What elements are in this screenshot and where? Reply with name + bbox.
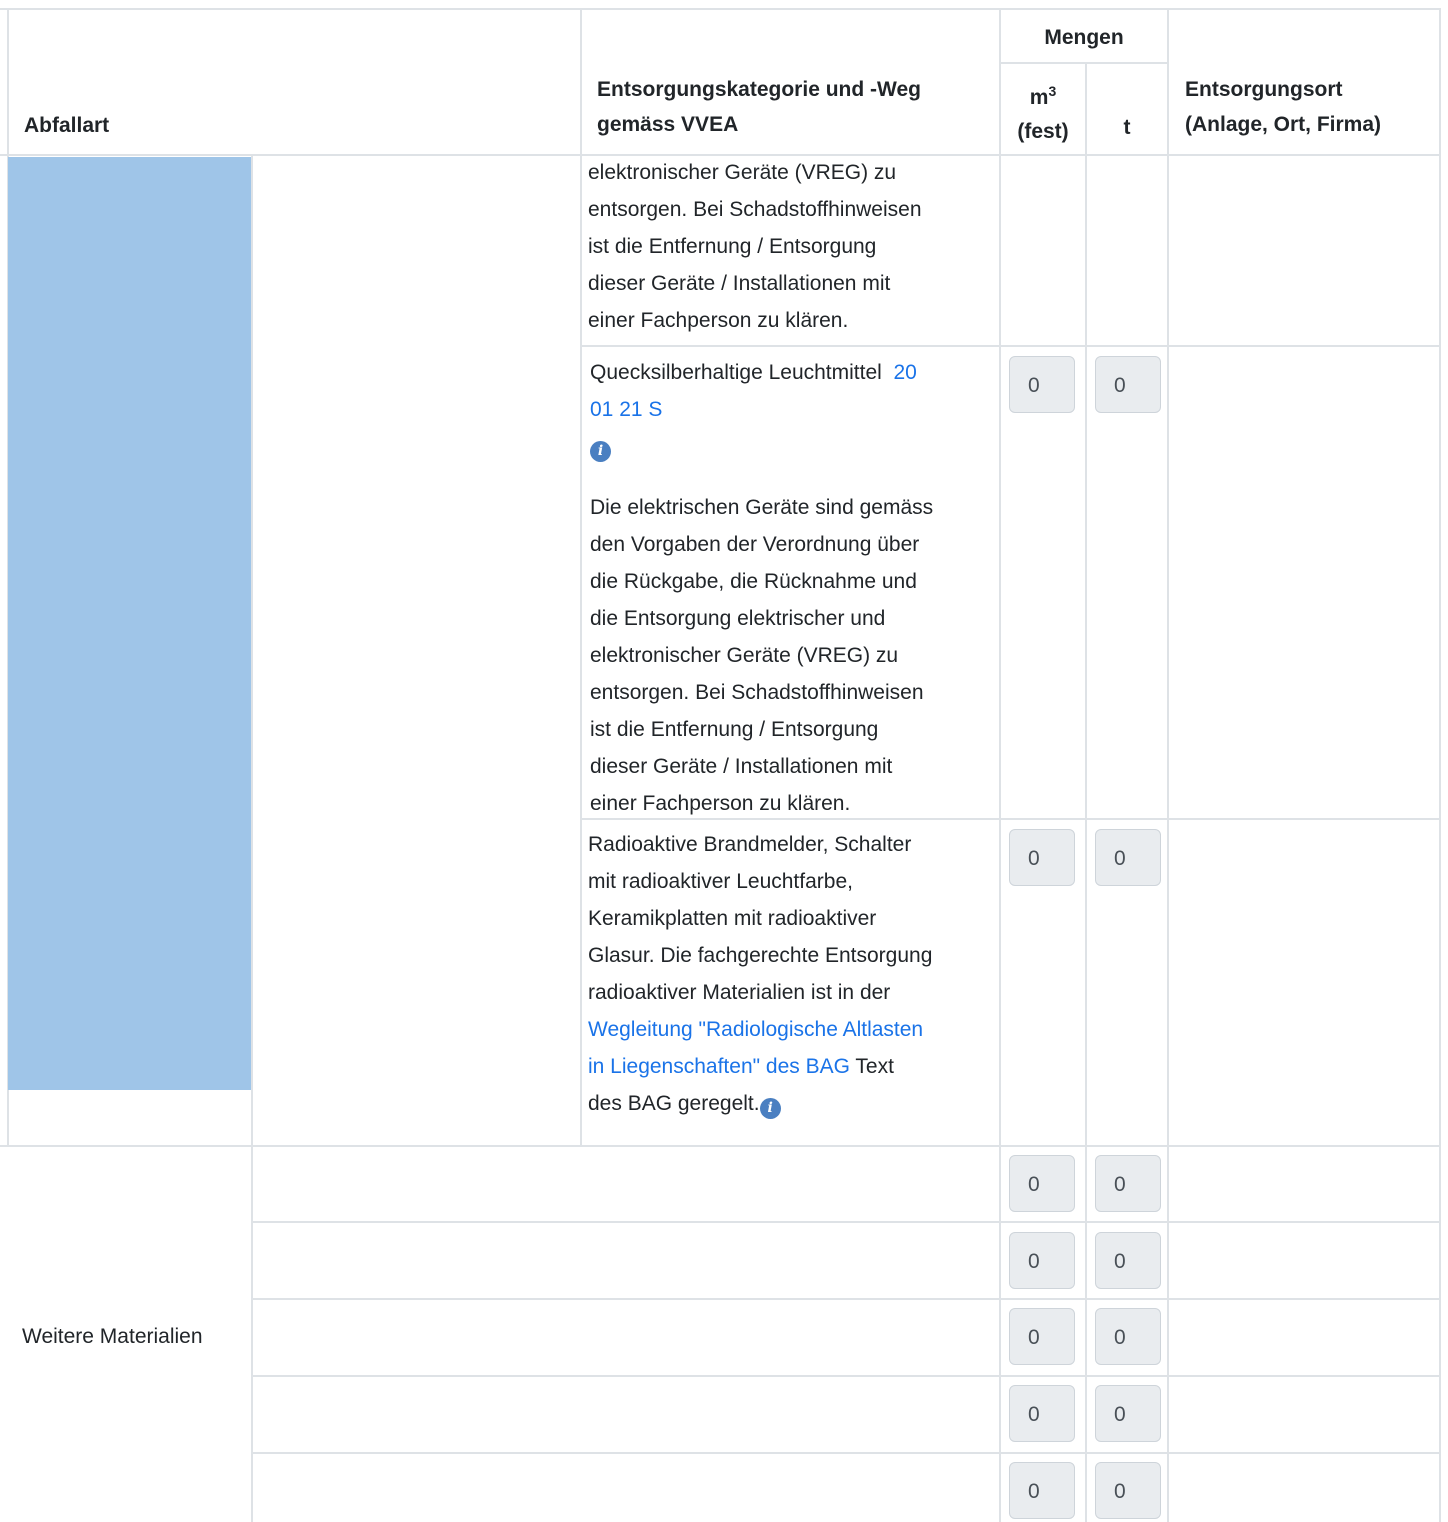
text-line: elektronischer Geräte (VREG) zu <box>590 644 899 667</box>
text-line: Glasur. Die fachgerechte Entsorgung <box>588 944 933 967</box>
text-line: elektronischer Geräte (VREG) zu <box>588 161 897 184</box>
text-line: ist die Entfernung / Entsorgung <box>588 235 877 258</box>
header-ort: Entsorgungsort (Anlage, Ort, Firma) <box>1185 72 1381 142</box>
text-line: dieser Geräte / Installationen mit <box>588 272 891 295</box>
header-kategorie-line2: gemäss VVEA <box>597 113 739 136</box>
vreg-continuation-text: elektronischer Geräte (VREG) zu entsorge… <box>588 154 922 339</box>
text-line: radioaktiver Materialien ist in der <box>588 981 891 1004</box>
header-m3-exp: 3 <box>1048 83 1057 99</box>
text-line: den Vorgaben der Verordnung über <box>590 533 920 556</box>
after-link-text: Text <box>849 1055 894 1078</box>
header-ort-line1: Entsorgungsort <box>1185 78 1343 101</box>
quecksilber-t-input[interactable]: 0 <box>1095 356 1161 413</box>
weitere-t-input[interactable]: 0 <box>1095 1155 1161 1212</box>
info-icon[interactable]: i <box>590 441 611 462</box>
text-line: Die elektrischen Geräte sind gemäss <box>590 496 934 519</box>
text-line: die Entsorgung elektrischer und <box>590 607 886 630</box>
text-line: dieser Geräte / Installationen mit <box>590 755 893 778</box>
category-color-bar <box>8 157 251 1090</box>
text-line: ist die Entfernung / Entsorgung <box>590 718 879 741</box>
text-line: einer Fachperson zu klären. <box>588 309 849 332</box>
quecksilber-code-link-cont[interactable]: 01 21 S <box>590 398 662 421</box>
quecksilber-title: Quecksilberhaltige Leuchtmittel <box>590 361 882 384</box>
last-line: des BAG geregelt. <box>588 1092 760 1115</box>
text-line: mit radioaktiver Leuchtfarbe, <box>588 870 853 893</box>
weitere-t-input[interactable]: 0 <box>1095 1462 1161 1519</box>
radioaktiv-cell: Radioaktive Brandmelder, Schalter mit ra… <box>588 826 932 1122</box>
weitere-t-input[interactable]: 0 <box>1095 1308 1161 1365</box>
header-ort-line2: (Anlage, Ort, Firma) <box>1185 113 1382 136</box>
quecksilber-description: Die elektrischen Geräte sind gemäss den … <box>590 489 933 822</box>
quecksilber-cell: Quecksilberhaltige Leuchtmittel 20 01 21… <box>590 354 933 822</box>
wegleitung-link[interactable]: Wegleitung "Radiologische Altlasten <box>588 1018 923 1041</box>
weitere-m3-input[interactable]: 0 <box>1009 1232 1075 1289</box>
quecksilber-code-link[interactable]: 20 <box>894 361 917 384</box>
quecksilber-m3-input[interactable]: 0 <box>1009 356 1075 413</box>
wegleitung-link-cont[interactable]: in Liegenschaften" des BAG <box>588 1055 850 1078</box>
info-icon[interactable]: i <box>759 1098 781 1119</box>
text-line: entsorgen. Bei Schadstoffhinweisen <box>588 198 922 221</box>
header-m3-base: m <box>1029 86 1049 109</box>
weitere-m3-input[interactable]: 0 <box>1009 1308 1075 1365</box>
weitere-m3-input[interactable]: 0 <box>1009 1155 1075 1212</box>
text-line: die Rückgabe, die Rücknahme und <box>590 570 917 593</box>
header-m3: m3 (fest) <box>1001 74 1085 149</box>
weitere-m3-input[interactable]: 0 <box>1009 1462 1075 1519</box>
header-mengen: Mengen <box>1044 26 1124 49</box>
header-kategorie-line1: Entsorgungskategorie und -Weg <box>597 78 921 101</box>
radioaktiv-t-input[interactable]: 0 <box>1095 829 1161 886</box>
radioaktiv-m3-input[interactable]: 0 <box>1009 829 1075 886</box>
header-kategorie: Entsorgungskategorie und -Weg gemäss VVE… <box>597 72 921 142</box>
text-line: entsorgen. Bei Schadstoffhinweisen <box>590 681 924 704</box>
header-abfallart: Abfallart <box>24 114 110 137</box>
text-line: einer Fachperson zu klären. <box>590 792 851 815</box>
weitere-t-input[interactable]: 0 <box>1095 1232 1161 1289</box>
weitere-m3-input[interactable]: 0 <box>1009 1385 1075 1442</box>
header-m3-sub: (fest) <box>1017 120 1069 143</box>
weitere-t-input[interactable]: 0 <box>1095 1385 1161 1442</box>
text-line: Radioaktive Brandmelder, Schalter <box>588 833 912 856</box>
header-t: t <box>1123 116 1131 139</box>
weitere-materialien-label: Weitere Materialien <box>22 1325 203 1348</box>
text-line: Keramikplatten mit radioaktiver <box>588 907 877 930</box>
